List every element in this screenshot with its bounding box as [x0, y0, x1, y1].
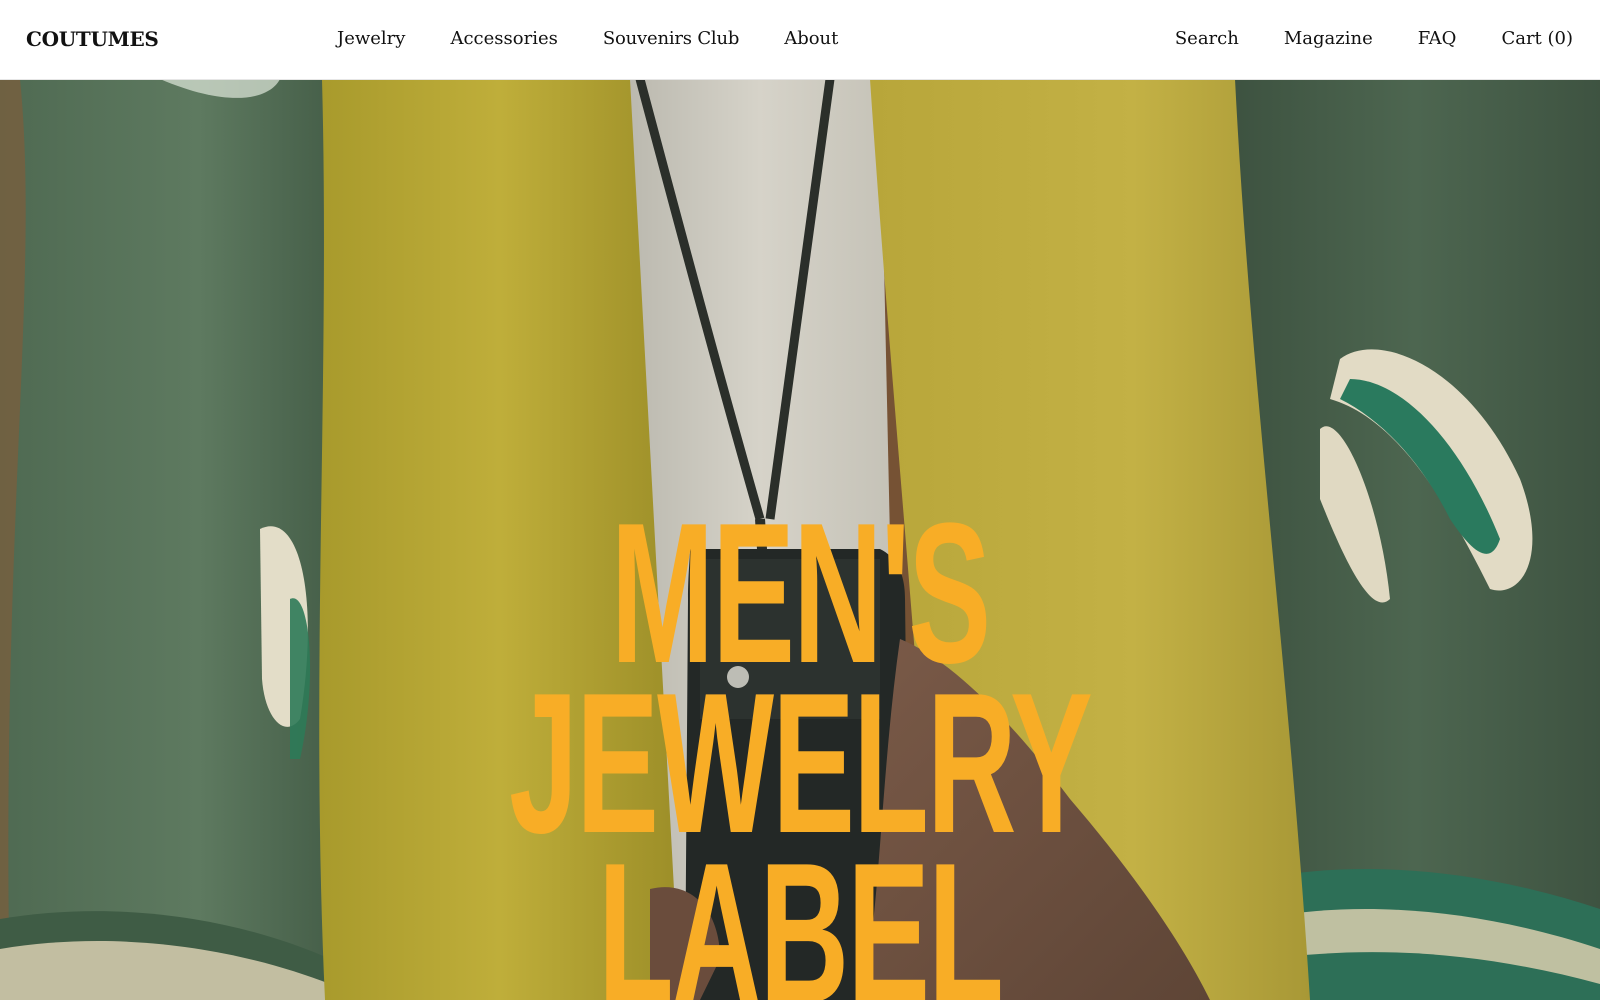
search-link[interactable]: Search: [1175, 26, 1239, 52]
hero-section: MEN'S JEWELRY LABEL: [0, 79, 1600, 1000]
site-header: COUTUMES Jewelry Accessories Souvenirs C…: [0, 0, 1600, 80]
nav-link-about[interactable]: About: [784, 26, 838, 52]
secondary-nav: Search Magazine FAQ Cart (0): [1175, 26, 1573, 52]
nav-link-souvenirs-club[interactable]: Souvenirs Club: [603, 26, 740, 52]
faq-link[interactable]: FAQ: [1418, 26, 1457, 52]
cart-link[interactable]: Cart (0): [1501, 26, 1573, 52]
headline-line-3: LABEL: [597, 822, 1004, 1000]
magazine-link[interactable]: Magazine: [1284, 26, 1373, 52]
primary-nav: Jewelry Accessories Souvenirs Club About: [337, 26, 838, 52]
brand-logo[interactable]: COUTUMES: [26, 26, 159, 52]
nav-link-jewelry[interactable]: Jewelry: [337, 26, 405, 52]
nav-link-accessories[interactable]: Accessories: [450, 26, 557, 52]
